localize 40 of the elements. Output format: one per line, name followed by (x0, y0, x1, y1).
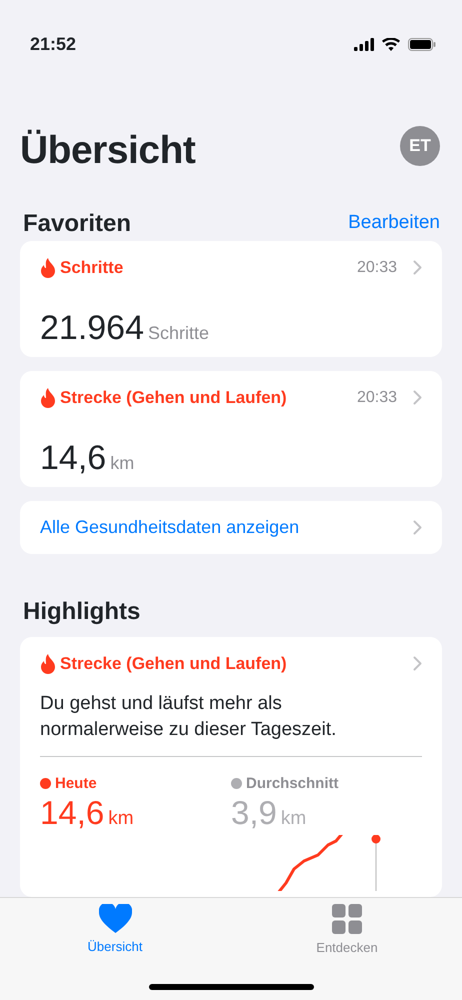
section-title: Favoriten (23, 208, 132, 238)
metric-value: 21.964 (40, 308, 144, 348)
chevron-icon (413, 520, 422, 535)
metric-value: 14,6 (40, 438, 106, 478)
legend-label: Durchschnitt (246, 774, 339, 794)
wifi-icon (382, 38, 400, 50)
tab[interactable]: Entdecken (287, 898, 407, 1000)
tab[interactable]: Übersicht (55, 898, 175, 1000)
chevron-icon (413, 390, 422, 406)
legend-unit: km (108, 809, 134, 830)
metric-time: 20:33 (356, 388, 397, 408)
avatar[interactable]: ET (400, 126, 440, 166)
show-all-link[interactable]: Alle Gesundheitsdaten anzeigen (20, 501, 442, 554)
metric-title: Schritte (60, 257, 124, 279)
flame-icon (40, 258, 56, 278)
metric-card[interactable]: Strecke (Gehen und Laufen) 20:33 14,6 km (20, 371, 442, 487)
heart-icon (98, 904, 132, 933)
chevron-icon (413, 260, 422, 276)
chevron-icon (413, 656, 422, 672)
metric-card[interactable]: Schritte 20:33 21.964 Schritte (20, 241, 442, 357)
signal-icon (354, 38, 374, 50)
page-title: Übersicht (20, 128, 196, 174)
metric-unit: km (110, 452, 134, 474)
highlight-title: Strecke (Gehen und Laufen) (60, 653, 287, 675)
legend-value: 14,6 (40, 795, 104, 832)
flame-icon (40, 388, 56, 408)
metric-unit: Schritte (148, 322, 210, 344)
metric-time: 20:33 (356, 258, 397, 278)
edit-link[interactable]: Bearbeiten (348, 209, 440, 238)
highlight-card[interactable]: Strecke (Gehen und Laufen) Du gehst und läufst mehr als normalerweise zu dieser Tageszeit. Heute 14,6 km Durchschnitt 3,9 km (20, 637, 442, 897)
legend-value: 3,9 (231, 795, 277, 832)
section-title: Highlights (23, 596, 140, 626)
clock-time: 21:52 (30, 32, 76, 56)
flame-icon (40, 654, 56, 674)
legend-label: Heute (55, 774, 97, 794)
highlight-message: Du gehst und läufst mehr als normalerweise zu dieser Tageszeit. (40, 692, 338, 742)
grid-icon (332, 904, 362, 934)
metric-title: Strecke (Gehen und Laufen) (60, 387, 287, 409)
legend-unit: km (280, 809, 306, 830)
battery-icon (408, 38, 436, 50)
